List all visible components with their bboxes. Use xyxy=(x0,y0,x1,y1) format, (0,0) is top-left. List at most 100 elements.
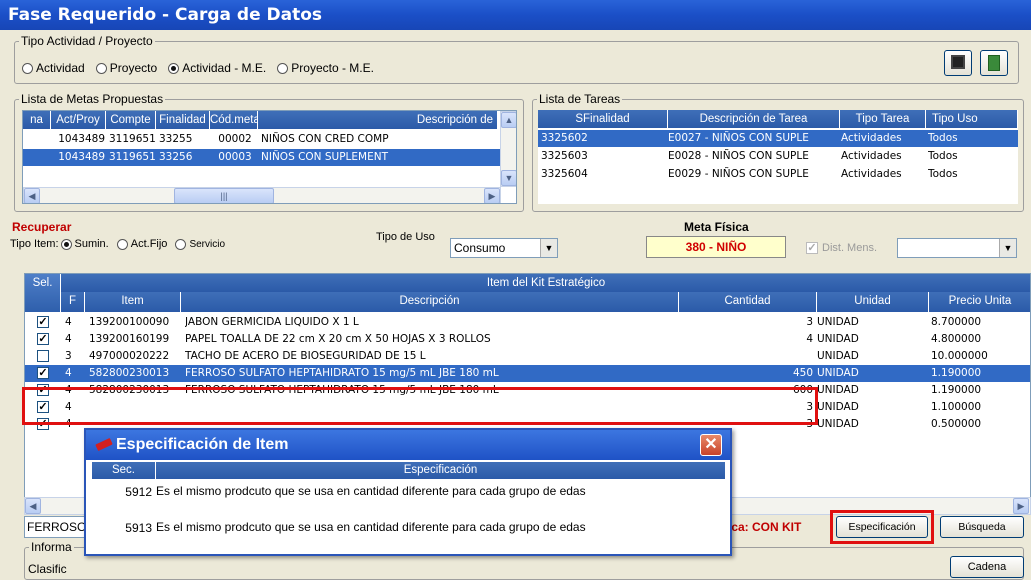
items-header-descripcion: Descripción xyxy=(181,292,679,312)
row-select-checkbox[interactable] xyxy=(37,367,49,379)
items-header-f: F xyxy=(61,292,85,312)
tipo-actividad-legend: Tipo Actividad / Proyecto xyxy=(21,34,153,48)
tipo-uso-select[interactable]: Consumo ▼ xyxy=(450,238,558,258)
chevron-down-icon[interactable]: ▼ xyxy=(540,239,557,257)
item-cell-f: 4 xyxy=(65,367,72,379)
item-cell-unidad: UNIDAD xyxy=(817,333,859,345)
radio-proyecto[interactable]: Proyecto xyxy=(95,61,157,75)
chevron-down-icon[interactable]: ▼ xyxy=(501,170,516,186)
busqueda-button[interactable]: Búsqueda xyxy=(940,516,1024,538)
chevron-left-icon[interactable]: ◀ xyxy=(24,188,40,203)
item-cell-precio: 10.000000 xyxy=(931,350,988,362)
radio-actividad-me[interactable]: Actividad - M.E. xyxy=(168,61,266,75)
dist-mens-select[interactable]: ▼ xyxy=(897,238,1017,258)
tareas-header-descripcion: Descripción de Tarea xyxy=(668,110,840,128)
items-header-precio: Precio Unita xyxy=(929,292,1030,312)
metas-row[interactable]: 1043489 3119651 33255 00002 NIÑOS CON CR… xyxy=(23,131,501,148)
item-cell-precio: 1.190000 xyxy=(931,384,982,396)
metas-header-codmeta: Cód.meta xyxy=(210,111,258,129)
chevron-right-icon[interactable]: ▶ xyxy=(1013,498,1029,514)
item-cell-f: 4 xyxy=(65,333,72,345)
item-cell-f: 3 xyxy=(65,350,72,362)
tipo-actividad-options: Actividad Proyecto Actividad - M.E. Proy… xyxy=(22,61,382,77)
popup-row[interactable]: 5913 Es el mismo prodcuto que se usa en … xyxy=(86,520,730,554)
item-cell-unidad: UNIDAD xyxy=(817,384,859,396)
popup-title-bar: Especificación de Item ✕ xyxy=(86,430,730,460)
metas-vscrollbar[interactable]: ▲ ▼ xyxy=(500,111,516,187)
chevron-right-icon[interactable]: ▶ xyxy=(484,188,500,203)
items-header-sel: Sel. xyxy=(25,274,61,312)
item-cell-desc: JABON GERMICIDA LIQUIDO X 1 L xyxy=(185,316,359,328)
metas-hscrollbar[interactable]: ◀ ||| ▶ xyxy=(23,187,501,203)
item-cell-desc: PAPEL TOALLA DE 22 cm X 20 cm X 50 HOJAS… xyxy=(185,333,491,345)
item-cell-precio: 1.100000 xyxy=(931,401,982,413)
item-cell-desc: FERROSO SULFATO HEPTAHIDRATO 15 mg/5 mL … xyxy=(185,367,499,379)
item-cell-unidad: UNIDAD xyxy=(817,401,859,413)
dist-mens-checkbox[interactable] xyxy=(806,242,818,254)
row-select-checkbox[interactable] xyxy=(37,316,49,328)
window-title: Fase Requerido - Carga de Datos xyxy=(8,5,323,25)
metas-row-selected[interactable]: 1043489 3119651 33256 00003 NIÑOS CON SU… xyxy=(23,149,501,166)
popup-row[interactable]: 5912 Es el mismo prodcuto que se usa en … xyxy=(86,484,730,518)
item-cell-cant: 450 xyxy=(792,367,813,379)
scroll-thumb[interactable]: ||| xyxy=(174,188,274,203)
radio-sumin[interactable]: Sumin. xyxy=(60,238,109,250)
tipo-actividad-group: Tipo Actividad / Proyecto xyxy=(14,34,1019,84)
save-button[interactable] xyxy=(944,50,972,76)
exit-button[interactable] xyxy=(980,50,1008,76)
item-cell-precio: 4.800000 xyxy=(931,333,982,345)
window-title-bar: Fase Requerido - Carga de Datos xyxy=(0,0,1031,30)
clasificador-label: Clasific xyxy=(28,562,67,576)
row-select-checkbox[interactable] xyxy=(37,333,49,345)
item-row[interactable]: 4 139200100090 JABON GERMICIDA LIQUIDO X 1… xyxy=(25,314,1030,331)
radio-act-fijo[interactable]: Act.Fijo xyxy=(116,238,167,250)
item-cell-unidad: UNIDAD xyxy=(817,350,859,362)
item-row[interactable]: 4 139200160199 PAPEL TOALLA DE 22 cm X 20 … xyxy=(25,331,1030,348)
metas-grid: na Act/Proy Compte Finalidad Cód.meta De… xyxy=(22,110,517,204)
tareas-legend: Lista de Tareas xyxy=(539,92,621,106)
chevron-up-icon[interactable]: ▲ xyxy=(501,112,516,128)
meta-fisica-label: Meta Física xyxy=(684,220,749,234)
item-cell-item: 139200100090 xyxy=(89,316,170,328)
chevron-down-icon[interactable]: ▼ xyxy=(999,239,1016,257)
popup-header-sec: Sec. xyxy=(92,462,156,479)
item-cell-precio: 0.500000 xyxy=(931,418,982,430)
metas-header-compte: Compte xyxy=(106,111,156,129)
close-icon: ✕ xyxy=(704,436,718,453)
item-cell-item: 139200160199 xyxy=(89,333,170,345)
metas-header-finalidad: Finalidad xyxy=(156,111,210,129)
item-cell-desc: TACHO DE ACERO DE BIOSEGURIDAD DE 15 L xyxy=(185,350,426,362)
metas-header-actproy: Act/Proy xyxy=(51,111,106,129)
dist-mens: Dist. Mens. xyxy=(806,242,877,254)
tareas-header-tipo-tarea: Tipo Tarea xyxy=(840,110,926,128)
con-kit-label: ica: CON KIT xyxy=(728,520,802,534)
item-cell-unidad: UNIDAD xyxy=(817,316,859,328)
item-row[interactable]: 3 497000020222 TACHO DE ACERO DE BIOSEGURI… xyxy=(25,348,1030,365)
popup-header-especificacion: Especificación xyxy=(156,462,726,479)
item-cell-cant: 3 xyxy=(683,314,813,330)
radio-servicio[interactable]: Servicio xyxy=(175,238,225,250)
pencil-icon xyxy=(95,437,113,452)
row-select-checkbox[interactable] xyxy=(37,350,49,362)
tareas-row[interactable]: 3325604 E0029 - NIÑOS CON SUPLE Activida… xyxy=(538,166,1018,183)
item-cell-precio: 1.190000 xyxy=(931,367,982,379)
items-header-item: Item xyxy=(85,292,181,312)
items-header-cantidad: Cantidad xyxy=(679,292,817,312)
tipo-item-row: Tipo Item: Sumin. Act.Fijo Servicio xyxy=(10,238,233,250)
chevron-left-icon[interactable]: ◀ xyxy=(25,498,41,514)
highlight-box-button xyxy=(830,510,934,544)
item-cell-unidad: UNIDAD xyxy=(817,418,859,430)
close-button[interactable]: ✕ xyxy=(700,434,722,456)
item-row[interactable]: 4 582800230013 FERROSO SULFATO HEPTAHIDRAT… xyxy=(25,365,1030,382)
radio-proyecto-me[interactable]: Proyecto - M.E. xyxy=(277,61,374,75)
recuperar-legend: Recuperar xyxy=(12,220,72,234)
item-cell-cant: 4 xyxy=(683,331,813,347)
tipo-item-label: Tipo Item: xyxy=(10,238,59,250)
popup-title: Especificación de Item xyxy=(116,436,289,453)
item-cell-unidad: UNIDAD xyxy=(817,367,859,379)
tareas-row-selected[interactable]: 3325602 E0027 - NIÑOS CON SUPLE Activida… xyxy=(538,130,1018,147)
radio-actividad[interactable]: Actividad xyxy=(22,61,85,75)
especificacion-popup: Especificación de Item ✕ Sec. Especifica… xyxy=(84,428,732,556)
tareas-row[interactable]: 3325603 E0028 - NIÑOS CON SUPLE Activida… xyxy=(538,148,1018,165)
exit-door-icon xyxy=(988,55,1000,71)
